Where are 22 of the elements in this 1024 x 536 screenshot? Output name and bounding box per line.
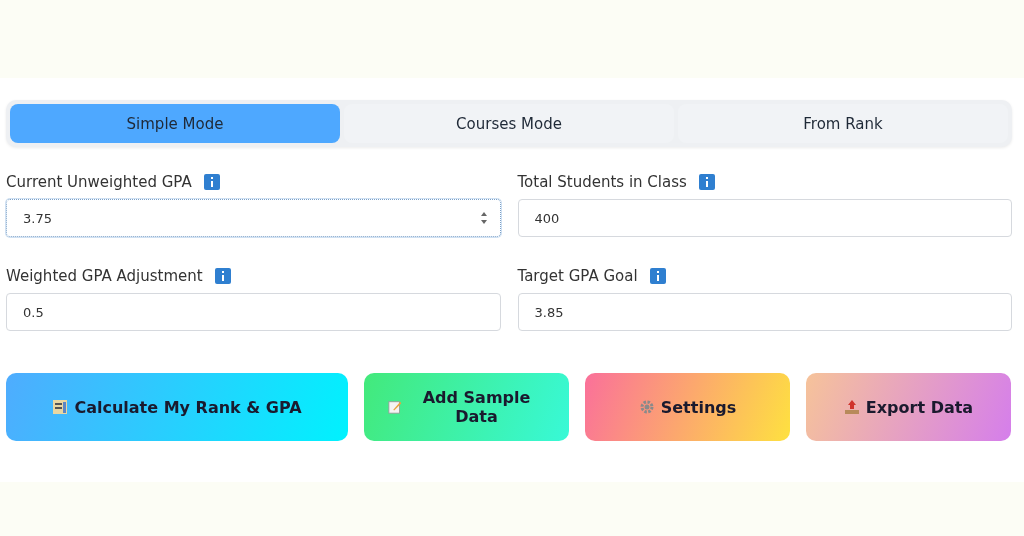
action-button[interactable]: Add Sample Data [364, 373, 569, 441]
input-field[interactable]: 0.5 [6, 293, 501, 331]
field-label: Target GPA Goal [517, 267, 638, 285]
book-icon [52, 399, 69, 415]
info-icon[interactable] [214, 268, 231, 284]
input-field[interactable]: 3.85 [517, 293, 1012, 331]
mode-tab[interactable]: Simple Mode [10, 104, 340, 143]
spinner-icon[interactable] [479, 211, 488, 225]
field-label: Current Unweighted GPA [6, 173, 192, 191]
field-label: Total Students in Class [517, 173, 687, 191]
input-field[interactable]: 400 [517, 199, 1012, 237]
memo-icon [388, 399, 403, 415]
field-label: Weighted GPA Adjustment [6, 267, 203, 285]
action-button[interactable]: Export Data [806, 373, 1011, 441]
action-button[interactable]: Settings [585, 373, 790, 441]
info-icon[interactable] [203, 174, 220, 190]
input-field[interactable]: 3.75 [6, 199, 501, 237]
info-icon[interactable] [649, 268, 666, 284]
info-icon[interactable] [698, 174, 715, 190]
gear-icon [638, 399, 655, 415]
action-button[interactable]: Calculate My Rank & GPA [6, 373, 348, 441]
upload-icon [843, 399, 860, 415]
